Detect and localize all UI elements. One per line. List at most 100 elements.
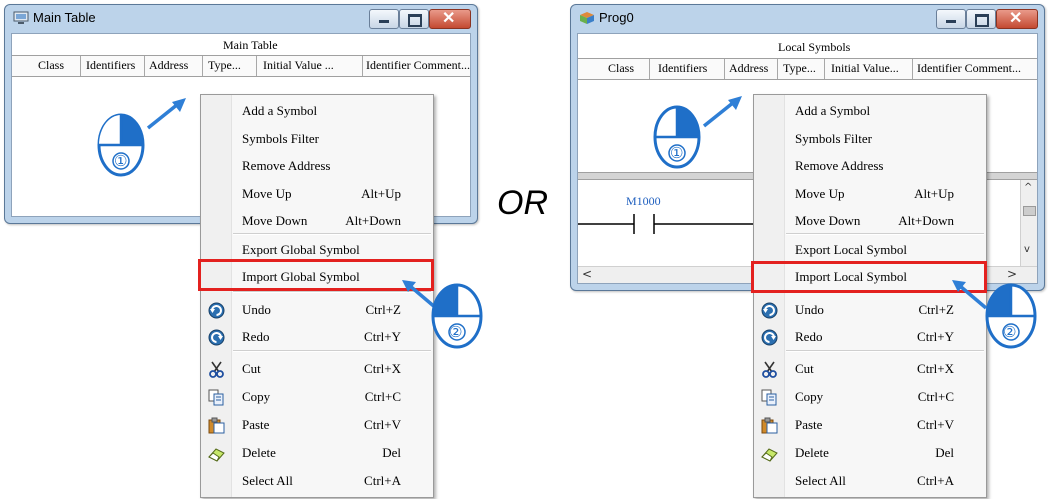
menu-item-move-up[interactable]: Move Up Alt+Up: [754, 180, 986, 208]
paste-icon: [208, 417, 225, 434]
table-window-icon: [13, 11, 29, 24]
menu-item-symbols-filter[interactable]: Symbols Filter: [754, 125, 986, 153]
menu-item-label: Add a Symbol: [242, 103, 318, 118]
menu-item-label: Symbols Filter: [795, 131, 872, 146]
or-separator: OR: [497, 184, 548, 222]
menu-item-label: Paste: [795, 417, 823, 432]
menu-separator: [233, 233, 431, 235]
col-identifiers[interactable]: Identifiers: [658, 61, 707, 76]
menu-item-label: Delete: [795, 445, 829, 460]
menu-item-shortcut: Ctrl+Z: [365, 302, 402, 317]
menu-item-label: Add a Symbol: [795, 103, 871, 118]
column-header-row: Class Identifiers Address Type... Initia…: [578, 58, 1037, 80]
copy-icon: [761, 389, 778, 406]
col-address[interactable]: Address: [149, 58, 188, 73]
vertical-scrollbar[interactable]: ^ v: [1020, 180, 1037, 270]
menu-item-shortcut: Ctrl+X: [917, 361, 954, 376]
chevron-right-icon[interactable]: >: [1007, 267, 1017, 281]
col-identifier-comment[interactable]: Identifier Comment...: [366, 58, 470, 73]
close-button[interactable]: ✕: [996, 9, 1038, 29]
col-identifiers[interactable]: Identifiers: [86, 58, 135, 73]
col-type[interactable]: Type...: [208, 58, 241, 73]
col-identifier-comment[interactable]: Identifier Comment...: [917, 61, 1021, 76]
menu-item-undo[interactable]: Undo Ctrl+Z: [201, 296, 433, 324]
menu-item-delete[interactable]: Delete Del: [201, 439, 433, 467]
minimize-button[interactable]: [369, 9, 399, 29]
menu-item-label: Symbols Filter: [242, 131, 319, 146]
menu-item-select-all[interactable]: Select All Ctrl+A: [201, 467, 433, 495]
menu-item-select-all[interactable]: Select All Ctrl+A: [754, 467, 986, 495]
window-title: Prog0: [599, 10, 634, 25]
maximize-button[interactable]: [966, 9, 996, 29]
redo-icon: [761, 329, 778, 346]
menu-item-symbols-filter[interactable]: Symbols Filter: [201, 125, 433, 153]
undo-icon: [208, 302, 225, 319]
menu-item-add-a-symbol[interactable]: Add a Symbol: [754, 97, 986, 125]
window-title: Main Table: [33, 10, 96, 25]
eraser-icon: [208, 445, 225, 462]
column-header-row: Class Identifiers Address Type... Initia…: [12, 55, 470, 77]
maximize-button[interactable]: [399, 9, 429, 29]
step-1-label-right: ①: [670, 144, 684, 162]
menu-item-label: Delete: [242, 445, 276, 460]
menu-item-paste[interactable]: Paste Ctrl+V: [754, 411, 986, 439]
menu-item-redo[interactable]: Redo Ctrl+Y: [754, 323, 986, 351]
left-context-menu: Add a Symbol Symbols Filter Remove Address…: [200, 94, 434, 498]
menu-item-shortcut: Ctrl+Z: [918, 302, 955, 317]
step-2-label-right: ②: [1003, 323, 1017, 341]
menu-item-label: Remove Address: [242, 158, 331, 173]
menu-item-label: Cut: [795, 361, 814, 376]
menu-item-move-down[interactable]: Move Down Alt+Down: [754, 207, 986, 235]
menu-item-shortcut: Ctrl+A: [364, 473, 401, 488]
menu-item-paste[interactable]: Paste Ctrl+V: [201, 411, 433, 439]
close-icon: ✕: [1009, 10, 1023, 27]
col-class[interactable]: Class: [608, 61, 634, 76]
menu-item-move-down[interactable]: Move Down Alt+Down: [201, 207, 433, 235]
close-icon: ✕: [442, 10, 456, 27]
menu-item-shortcut: Del: [382, 445, 401, 460]
minimize-button[interactable]: [936, 9, 966, 29]
arrow-icon: [702, 96, 742, 128]
menu-item-add-a-symbol[interactable]: Add a Symbol: [201, 97, 433, 125]
table-header: Local Symbols: [778, 40, 851, 54]
menu-item-shortcut: Alt+Up: [361, 186, 401, 201]
scissors-icon: [208, 361, 225, 378]
menu-item-copy[interactable]: Copy Ctrl+C: [201, 383, 433, 411]
col-initial-value[interactable]: Initial Value...: [831, 61, 899, 76]
menu-item-export-local-symbol[interactable]: Export Local Symbol: [754, 236, 986, 264]
ladder-contact[interactable]: [578, 210, 768, 238]
menu-item-label: Remove Address: [795, 158, 884, 173]
chevron-left-icon[interactable]: <: [582, 267, 592, 281]
menu-item-remove-address[interactable]: Remove Address: [201, 152, 433, 180]
menu-item-label: Undo: [795, 302, 824, 317]
chevron-down-icon[interactable]: v: [1024, 244, 1030, 255]
col-type[interactable]: Type...: [783, 61, 816, 76]
menu-item-cut[interactable]: Cut Ctrl+X: [201, 355, 433, 383]
menu-item-label: Select All: [242, 473, 293, 488]
scroll-thumb[interactable]: [1023, 206, 1036, 216]
col-address[interactable]: Address: [729, 61, 768, 76]
left-highlight-box: [198, 259, 434, 291]
paste-icon: [761, 417, 778, 434]
menu-item-label: Cut: [242, 361, 261, 376]
col-initial-value[interactable]: Initial Value ...: [263, 58, 334, 73]
menu-item-shortcut: Del: [935, 445, 954, 460]
menu-item-move-up[interactable]: Move Up Alt+Up: [201, 180, 433, 208]
menu-item-label: Move Up: [242, 186, 292, 201]
menu-item-shortcut: Ctrl+C: [917, 389, 954, 404]
menu-item-cut[interactable]: Cut Ctrl+X: [754, 355, 986, 383]
arrow-icon: [146, 98, 186, 130]
menu-item-label: Move Down: [795, 213, 861, 228]
menu-item-label: Copy: [795, 389, 824, 404]
col-class[interactable]: Class: [38, 58, 64, 73]
close-button[interactable]: ✕: [429, 9, 471, 29]
menu-item-shortcut: Ctrl+C: [364, 389, 401, 404]
menu-item-shortcut: Ctrl+V: [917, 417, 954, 432]
menu-item-label: Redo: [795, 329, 823, 344]
menu-item-redo[interactable]: Redo Ctrl+Y: [201, 323, 433, 351]
menu-item-copy[interactable]: Copy Ctrl+C: [754, 383, 986, 411]
menu-item-delete[interactable]: Delete Del: [754, 439, 986, 467]
chevron-up-icon[interactable]: ^: [1024, 182, 1032, 193]
menu-item-shortcut: Alt+Down: [345, 213, 401, 228]
menu-item-remove-address[interactable]: Remove Address: [754, 152, 986, 180]
